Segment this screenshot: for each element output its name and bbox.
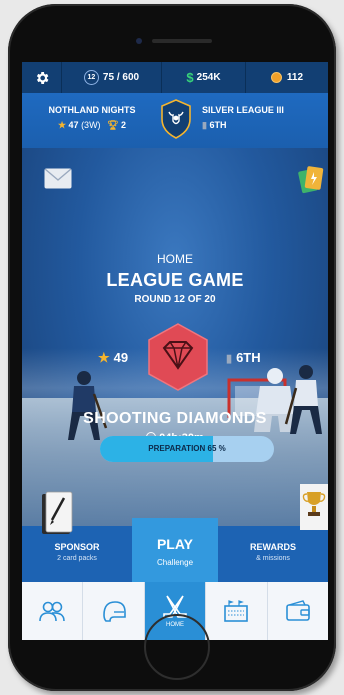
arena-icon (224, 600, 249, 622)
star-icon: ★ (57, 120, 67, 130)
rank-flag-icon: ▮ (202, 120, 207, 130)
camera-dot (136, 38, 142, 44)
coin-icon (270, 72, 282, 83)
hockey-player-right (284, 365, 322, 434)
team-icon (39, 601, 66, 622)
match-round: ROUND 12 OF 20 (134, 294, 216, 305)
match-location: HOME (157, 252, 193, 266)
league-info: SILVER LEAGUE III ▮ 6TH (202, 105, 322, 131)
match-arena: HOME LEAGUE GAME ROUND 12 OF 20 ★ 49 ▮ 6TH… (22, 148, 328, 526)
opponent-stars-value: 49 (113, 350, 129, 365)
gear-icon (36, 71, 48, 84)
team-name: NOTHLAND NIGHTS (48, 105, 136, 115)
money-value: 254K (196, 72, 221, 83)
tab-team[interactable] (22, 582, 84, 640)
play-button[interactable]: PLAY Challenge (132, 518, 218, 584)
card-packs-icon[interactable] (298, 164, 324, 194)
opponent-name: SHOOTING DIAMONDS (83, 410, 267, 427)
coin-value: 112 (286, 72, 304, 83)
team-stats: ★ 47 (3W) 🏆︎ 2 (32, 120, 152, 131)
sponsor-contract-icon[interactable] (40, 490, 76, 536)
energy-level-badge: 12 (83, 70, 99, 85)
play-subtitle: Challenge (156, 558, 194, 567)
opponent-rank-value: 6TH (236, 350, 261, 365)
preparation-label: PREPARATION 65 % (148, 444, 226, 453)
mail-icon[interactable] (44, 168, 72, 189)
wallet-icon (286, 600, 310, 621)
tab-arena[interactable] (206, 582, 268, 640)
phone-home-button[interactable] (144, 614, 210, 680)
team-trophies: 2 (121, 120, 127, 130)
opponent-stars: ★ 49 (98, 350, 128, 366)
dollar-icon: $ (186, 70, 194, 85)
money-counter[interactable]: $ 254K (162, 62, 246, 93)
energy-value: 75 / 600 (102, 72, 140, 83)
speaker-grille (152, 39, 212, 43)
phone-frame: 12 75 / 600 $ 254K 112 NOTHLAND NIGHTS ★… (8, 4, 336, 691)
star-icon: ★ (98, 350, 110, 365)
team-info: NOTHLAND NIGHTS ★ 47 (3W) 🏆︎ 2 (32, 105, 152, 131)
opponent-rank: ▮ 6TH (226, 350, 261, 365)
game-screen: 12 75 / 600 $ 254K 112 NOTHLAND NIGHTS ★… (22, 62, 328, 640)
settings-button[interactable] (22, 62, 62, 93)
energy-counter[interactable]: 12 75 / 600 (62, 62, 162, 93)
preparation-bar[interactable]: PREPARATION 65 % (100, 436, 274, 462)
team-crest-icon (161, 99, 191, 139)
helmet-icon (102, 601, 126, 622)
rewards-title: REWARDS (249, 542, 296, 552)
tab-equipment[interactable] (83, 582, 145, 640)
sponsor-subtitle: 2 card packs (57, 555, 97, 562)
sponsor-button[interactable]: SPONSOR 2 card packs (22, 542, 132, 562)
rewards-button[interactable]: REWARDS & missions (218, 542, 328, 562)
team-stars: 47 (68, 120, 79, 130)
top-status-bar: 12 75 / 600 $ 254K 112 (22, 62, 328, 93)
rank-flag-icon: ▮ (226, 353, 233, 365)
trophy-cup-icon[interactable] (300, 484, 328, 532)
sponsor-title: SPONSOR (54, 542, 100, 552)
trophy-icon: 🏆︎ (107, 120, 119, 130)
coin-counter[interactable]: 112 (246, 62, 328, 93)
league-rank: 6TH (209, 120, 227, 130)
team-stars-suffix: (3W) (81, 120, 101, 130)
league-header[interactable]: NOTHLAND NIGHTS ★ 47 (3W) 🏆︎ 2 SILVER LE… (22, 93, 328, 148)
opponent-logo-diamond-icon[interactable] (146, 322, 210, 392)
play-title: PLAY (156, 536, 194, 552)
match-title: LEAGUE GAME (106, 270, 244, 290)
league-rank-row: ▮ 6TH (202, 120, 322, 131)
rewards-subtitle: & missions (256, 555, 290, 562)
tab-wallet[interactable] (268, 582, 328, 640)
league-name: SILVER LEAGUE III (202, 105, 284, 115)
